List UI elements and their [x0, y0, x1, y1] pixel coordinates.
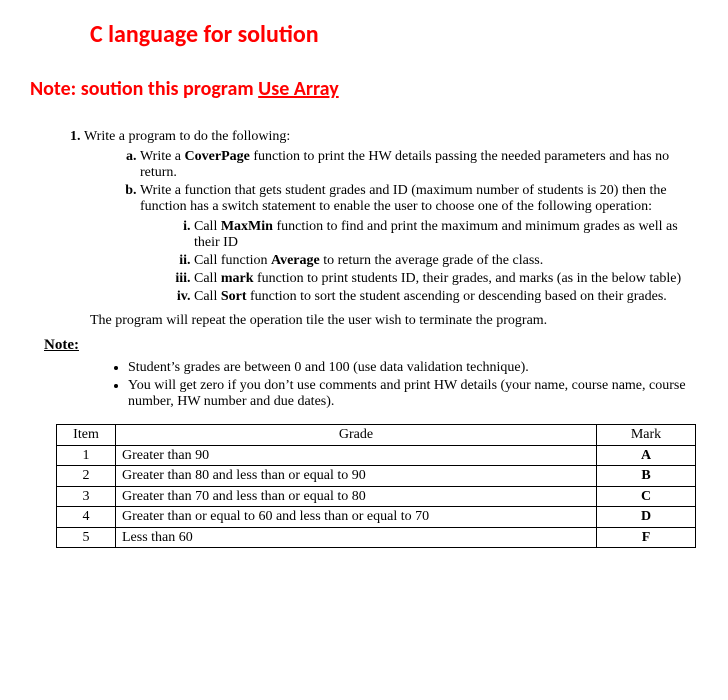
item-a-bold: CoverPage — [185, 149, 250, 164]
item-ii-pre: Call function — [194, 253, 271, 268]
item-iv-pre: Call — [194, 289, 221, 304]
item-i-pre: Call — [194, 219, 221, 234]
table-row: 2 Greater than 80 and less than or equal… — [57, 466, 696, 487]
item-i-bold: MaxMin — [221, 219, 273, 234]
cell-grade: Greater than or equal to 60 and less tha… — [116, 507, 597, 528]
item-b-text: Write a function that gets student grade… — [140, 183, 667, 214]
cell-item: 1 — [57, 445, 116, 466]
cell-item: 5 — [57, 527, 116, 548]
cell-mark: A — [597, 445, 696, 466]
item-iii-text: Call mark function to print students ID,… — [194, 271, 681, 286]
item-iv-bold: Sort — [221, 289, 247, 304]
cell-item: 3 — [57, 486, 116, 507]
note-prefix: Note: soution this program — [30, 77, 258, 101]
item-a-pre: Write a — [140, 149, 185, 164]
note-label: Note: — [44, 337, 698, 354]
cell-mark: B — [597, 466, 696, 487]
item-ii-text: Call function Average to return the aver… — [194, 253, 543, 268]
item-a: Write a CoverPage function to print the … — [140, 149, 698, 181]
cell-grade: Greater than 90 — [116, 445, 597, 466]
sub-list-ab: Write a CoverPage function to print the … — [84, 149, 698, 305]
cell-mark: C — [597, 486, 696, 507]
table-row: 5 Less than 60 F — [57, 527, 696, 548]
cell-grade: Greater than 70 and less than or equal t… — [116, 486, 597, 507]
cell-item: 4 — [57, 507, 116, 528]
cell-mark: D — [597, 507, 696, 528]
item-iii-bold: mark — [221, 271, 254, 286]
header-mark: Mark — [597, 425, 696, 446]
item-i-text: Call MaxMin function to find and print t… — [194, 219, 678, 250]
page-title: C language for solution — [90, 20, 698, 49]
item-iii-post: function to print students ID, their gra… — [254, 271, 682, 286]
grade-table: Item Grade Mark 1 Greater than 90 A 2 Gr… — [56, 424, 696, 548]
item-ii-bold: Average — [271, 253, 320, 268]
cell-item: 2 — [57, 466, 116, 487]
item-ii: Call function Average to return the aver… — [194, 253, 698, 269]
header-item: Item — [57, 425, 116, 446]
notes-bullets: Student’s grades are between 0 and 100 (… — [30, 360, 698, 410]
table-row: 4 Greater than or equal to 60 and less t… — [57, 507, 696, 528]
header-grade: Grade — [116, 425, 597, 446]
table-header-row: Item Grade Mark — [57, 425, 696, 446]
item-iv-post: function to sort the student ascending o… — [247, 289, 667, 304]
table-row: 1 Greater than 90 A — [57, 445, 696, 466]
item-i: Call MaxMin function to find and print t… — [194, 219, 698, 251]
item-b: Write a function that gets student grade… — [140, 183, 698, 305]
note-underlined: Use Array — [258, 77, 339, 101]
cell-grade: Greater than 80 and less than or equal t… — [116, 466, 597, 487]
roman-list: Call MaxMin function to find and print t… — [140, 219, 698, 305]
item-iii-pre: Call — [194, 271, 221, 286]
item-iv: Call Sort function to sort the student a… — [194, 289, 698, 305]
repeat-note: The program will repeat the operation ti… — [90, 313, 698, 329]
item-a-text: Write a CoverPage function to print the … — [140, 149, 669, 180]
item-iv-text: Call Sort function to sort the student a… — [194, 289, 667, 304]
item-ii-post: to return the average grade of the class… — [320, 253, 544, 268]
cell-grade: Less than 60 — [116, 527, 597, 548]
table-row: 3 Greater than 70 and less than or equal… — [57, 486, 696, 507]
note-bullet-1: Student’s grades are between 0 and 100 (… — [128, 360, 698, 376]
note-use-array: Note: soution this program Use Array — [30, 77, 698, 101]
main-ordered-list: Write a program to do the following: Wri… — [30, 129, 698, 305]
note-bullet-2: You will get zero if you don’t use comme… — [128, 378, 698, 410]
question-1-lead: Write a program to do the following: — [84, 129, 290, 144]
item-iii: Call mark function to print students ID,… — [194, 271, 698, 287]
question-1: Write a program to do the following: Wri… — [84, 129, 698, 305]
cell-mark: F — [597, 527, 696, 548]
